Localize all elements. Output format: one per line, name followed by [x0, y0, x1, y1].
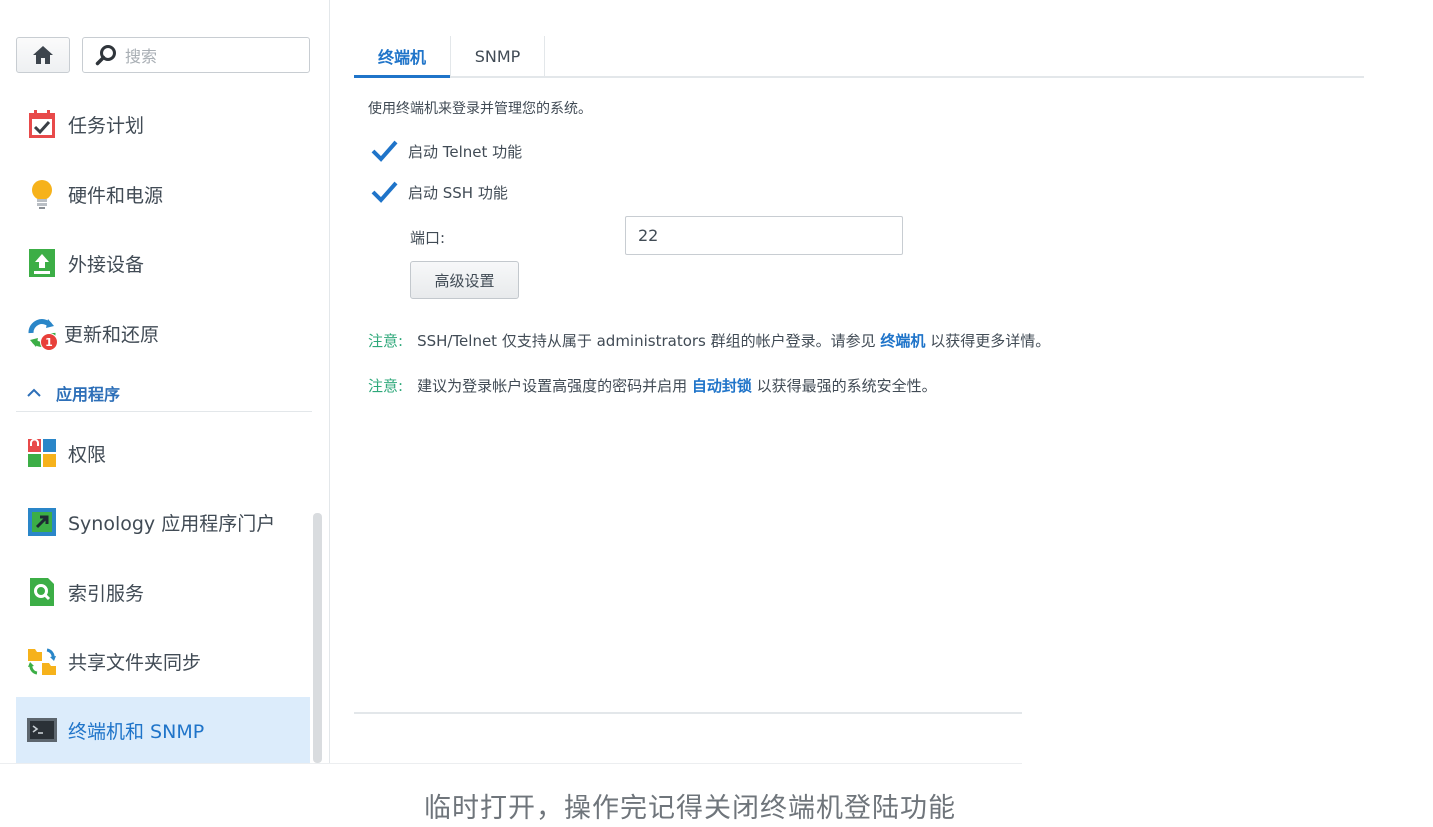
home-icon — [33, 46, 53, 64]
search-input[interactable]: 搜索 — [82, 37, 310, 73]
portal-arrow-icon — [26, 506, 58, 538]
section-title: 应用程序 — [56, 385, 121, 404]
telnet-checkbox-row[interactable]: 启动 Telnet 功能 — [370, 137, 522, 165]
sidebar: 搜索 任务计划 硬件和电源 外接设备 1 更新和还原 应用程序 权限 Synol… — [0, 0, 330, 763]
note-label: 注意: — [368, 377, 404, 395]
checkmark-icon — [371, 181, 398, 203]
sidebar-item-label: 硬件和电源 — [68, 184, 164, 207]
sidebar-scrollbar[interactable] — [313, 513, 322, 763]
sidebar-item-label: 终端机和 SNMP — [68, 720, 205, 743]
sidebar-item-task-scheduler[interactable]: 任务计划 — [16, 91, 310, 157]
sidebar-item-application-portal[interactable]: Synology 应用程序门户 — [16, 489, 310, 555]
sidebar-item-privileges[interactable]: 权限 — [16, 420, 310, 486]
refresh-icon: 1 — [26, 317, 58, 351]
sidebar-item-external-devices[interactable]: 外接设备 — [16, 230, 310, 296]
tab-terminal[interactable]: 终端机 — [354, 36, 450, 78]
port-field[interactable] — [625, 216, 903, 255]
telnet-label: 启动 Telnet 功能 — [408, 142, 523, 161]
window-bottom-edge — [0, 763, 1022, 764]
tab-snmp[interactable]: SNMP — [450, 36, 545, 76]
terminal-help-link[interactable]: 终端机 — [880, 332, 925, 350]
telnet-checkbox[interactable] — [370, 137, 398, 165]
note-text: 以获得更多详情。 — [930, 332, 1051, 350]
search-icon — [95, 45, 116, 66]
home-button[interactable] — [16, 37, 70, 73]
sidebar-item-label: 任务计划 — [68, 114, 145, 137]
sidebar-item-label: Synology 应用程序门户 — [68, 512, 276, 535]
sidebar-item-label: 外接设备 — [68, 253, 145, 276]
index-search-icon — [26, 576, 58, 608]
note-ssh-telnet: 注意: SSH/Telnet 仅支持从属于 administrators 群组的帐… — [368, 330, 1050, 351]
sidebar-item-shared-folder-sync[interactable]: 共享文件夹同步 — [16, 628, 310, 694]
note-text: 以获得最强的系统安全性。 — [756, 377, 937, 395]
port-label: 端口: — [410, 229, 446, 247]
sidebar-item-indexing-service[interactable]: 索引服务 — [16, 559, 310, 625]
section-applications[interactable]: 应用程序 — [16, 375, 312, 412]
video-caption: 临时打开，操作完记得关闭终端机登陆功能 — [424, 793, 956, 824]
note-text: SSH/Telnet 仅支持从属于 administrators 群组的帐户登录… — [417, 332, 876, 350]
advanced-settings-button[interactable]: 高级设置 — [410, 261, 519, 299]
sidebar-item-label: 共享文件夹同步 — [68, 651, 202, 674]
note-label: 注意: — [368, 332, 404, 350]
privileges-icon — [26, 437, 58, 469]
auto-block-link[interactable]: 自动封锁 — [692, 377, 752, 395]
ssh-checkbox-row[interactable]: 启动 SSH 功能 — [370, 178, 508, 206]
sidebar-item-label: 更新和还原 — [64, 323, 160, 346]
terminal-description: 使用终端机来登录并管理您的系统。 — [368, 101, 592, 117]
note-security: 注意: 建议为登录帐户设置高强度的密码并启用 自动封锁 以获得最强的系统安全性。 — [368, 375, 937, 396]
sidebar-item-label: 索引服务 — [68, 582, 145, 605]
calendar-check-icon — [26, 108, 58, 140]
note-text: 建议为登录帐户设置高强度的密码并启用 — [417, 377, 688, 395]
lightbulb-icon — [26, 178, 58, 210]
sidebar-item-terminal-snmp[interactable]: 终端机和 SNMP — [16, 697, 310, 763]
sidebar-item-update-restore[interactable]: 1 更新和还原 — [16, 300, 310, 366]
checkmark-icon — [371, 140, 398, 162]
ssh-label: 启动 SSH 功能 — [408, 183, 508, 202]
folder-sync-icon — [26, 645, 58, 677]
sidebar-item-hardware-power[interactable]: 硬件和电源 — [16, 161, 310, 227]
terminal-icon — [26, 714, 58, 746]
footer-divider — [354, 712, 1022, 714]
update-count-badge: 1 — [40, 333, 58, 351]
ssh-checkbox[interactable] — [370, 178, 398, 206]
upload-device-icon — [26, 247, 58, 279]
search-placeholder: 搜索 — [125, 47, 158, 66]
sidebar-item-label: 权限 — [68, 443, 107, 466]
tab-bar: 终端机 SNMP — [354, 36, 1364, 78]
chevron-up-icon — [26, 385, 48, 401]
